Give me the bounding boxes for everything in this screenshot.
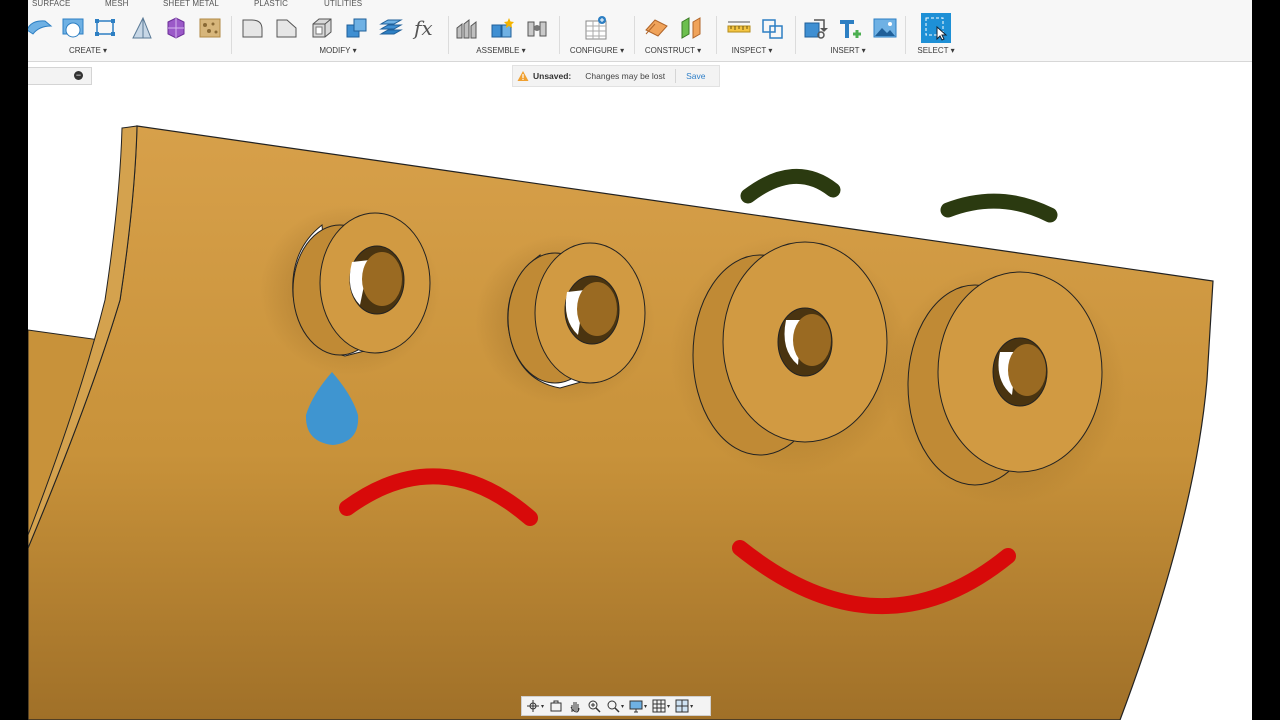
construct-offset-plane-icon[interactable] [643,14,671,42]
look-at-icon [550,700,562,712]
toolbar-separator [795,16,796,54]
tab-plastic[interactable]: PLASTIC [254,0,288,8]
pan-button[interactable] [568,698,582,714]
construct-midplane-icon[interactable] [678,14,706,42]
3d-viewport[interactable] [28,62,1252,720]
fit-button[interactable]: ▾ [606,698,624,714]
annotation-right-eyebrow [940,193,1058,223]
zoom-icon [588,700,601,713]
toolbar-separator [716,16,717,54]
insert-mcmaster-icon[interactable] [837,14,865,42]
modify-replace-face-icon[interactable] [377,14,405,42]
grid-icon [652,699,666,713]
tab-sheet-metal[interactable]: SHEET METAL [163,0,219,8]
toolbar-separator [559,16,560,54]
orbit-button[interactable]: ▾ [526,698,544,714]
display-monitor-icon [629,700,643,713]
tab-mesh[interactable]: MESH [105,0,129,8]
grid-settings-button[interactable]: ▾ [652,698,670,714]
create-box-icon[interactable] [28,14,53,42]
pan-hand-icon [570,702,580,713]
modify-parameters-fx-icon[interactable]: fx [412,14,440,42]
annotation-left-eyebrow [740,168,841,204]
construct-menu[interactable]: CONSTRUCT ▾ [645,46,701,55]
modify-fillet-icon[interactable] [239,14,267,42]
create-mesh-texture-icon[interactable] [196,14,224,42]
tab-utilities[interactable]: UTILITIES [324,0,362,8]
display-settings-button[interactable]: ▾ [629,698,647,714]
create-form-icon[interactable] [162,14,190,42]
viewports-icon [675,699,689,713]
toolbar-separator [448,16,449,54]
insert-menu[interactable]: INSERT ▾ [830,46,865,55]
select-window-icon[interactable] [921,13,951,43]
select-menu[interactable]: SELECT ▾ [917,46,954,55]
create-menu[interactable]: CREATE ▾ [69,46,107,55]
tab-surface[interactable]: SURFACE [32,0,71,8]
toolbar-separator [634,16,635,54]
modify-combine-icon[interactable] [343,14,371,42]
assemble-rigid-group-icon[interactable] [524,14,552,42]
assemble-new-component-icon[interactable] [489,14,517,42]
assemble-joint-icon[interactable] [454,14,482,42]
create-sphere-icon[interactable] [59,14,87,42]
insert-derive-icon[interactable] [802,14,830,42]
inspect-interference-icon[interactable] [759,14,787,42]
configure-table-icon[interactable] [583,14,611,42]
insert-canvas-icon[interactable] [871,14,899,42]
look-at-button[interactable] [549,698,563,714]
navigation-bar: ▾ ▾ ▾ ▾ ▾ [521,696,711,716]
orbit-icon [527,700,539,712]
configure-menu[interactable]: CONFIGURE ▾ [570,46,624,55]
assemble-menu[interactable]: ASSEMBLE ▾ [476,46,525,55]
boss-1 [292,212,431,357]
svg-text:fx: fx [412,16,433,40]
inspect-menu[interactable]: INSPECT ▾ [732,46,773,55]
zoom-button[interactable] [587,698,601,714]
toolbar: SURFACE MESH SHEET METAL PLASTIC UTILITI… [28,0,1252,62]
toolbar-separator [905,16,906,54]
modify-shell-icon[interactable] [308,14,336,42]
create-loft-icon[interactable] [128,14,156,42]
viewports-button[interactable]: ▾ [675,698,693,714]
modify-chamfer-icon[interactable] [273,14,301,42]
boss-2 [507,242,646,389]
create-sketch-icon[interactable] [92,14,120,42]
fusion-app-window: SURFACE MESH SHEET METAL PLASTIC UTILITI… [28,0,1252,720]
fit-zoom-icon [607,700,620,713]
modify-menu[interactable]: MODIFY ▾ [319,46,356,55]
toolbar-separator [231,16,232,54]
inspect-measure-icon[interactable] [725,14,753,42]
